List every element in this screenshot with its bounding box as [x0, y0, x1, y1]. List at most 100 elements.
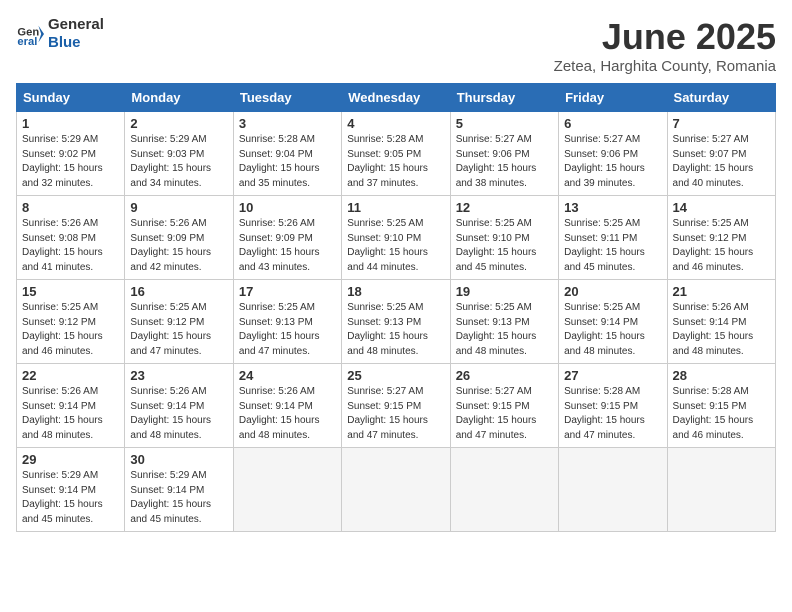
table-row: 28 Sunrise: 5:28 AM Sunset: 9:15 PM Dayl…: [667, 364, 775, 448]
header-saturday: Saturday: [667, 84, 775, 112]
title-area: June 2025 Zetea, Harghita County, Romani…: [554, 16, 776, 75]
day-number: 29: [22, 452, 119, 467]
day-number: 28: [673, 368, 770, 383]
page-header: Gen eral General Blue June 2025 Zetea, H…: [16, 16, 776, 75]
table-row: [559, 448, 667, 532]
day-number: 19: [456, 284, 553, 299]
day-number: 14: [673, 200, 770, 215]
table-row: 21 Sunrise: 5:26 AM Sunset: 9:14 PM Dayl…: [667, 280, 775, 364]
day-info: Sunrise: 5:26 AM Sunset: 9:09 PM Dayligh…: [130, 217, 227, 275]
calendar-subtitle: Zetea, Harghita County, Romania: [554, 58, 776, 75]
day-number: 20: [564, 284, 661, 299]
table-row: 13 Sunrise: 5:25 AM Sunset: 9:11 PM Dayl…: [559, 196, 667, 280]
logo-line1: General: [48, 16, 104, 34]
day-number: 27: [564, 368, 661, 383]
day-info: Sunrise: 5:27 AM Sunset: 9:07 PM Dayligh…: [673, 133, 770, 191]
table-row: 6 Sunrise: 5:27 AM Sunset: 9:06 PM Dayli…: [559, 112, 667, 196]
table-row: 22 Sunrise: 5:26 AM Sunset: 9:14 PM Dayl…: [17, 364, 125, 448]
day-number: 21: [673, 284, 770, 299]
day-number: 30: [130, 452, 227, 467]
calendar-table: Sunday Monday Tuesday Wednesday Thursday…: [16, 83, 776, 532]
day-info: Sunrise: 5:26 AM Sunset: 9:14 PM Dayligh…: [673, 301, 770, 359]
table-row: [450, 448, 558, 532]
table-row: [342, 448, 450, 532]
table-row: 26 Sunrise: 5:27 AM Sunset: 9:15 PM Dayl…: [450, 364, 558, 448]
day-info: Sunrise: 5:25 AM Sunset: 9:13 PM Dayligh…: [456, 301, 553, 359]
day-number: 2: [130, 116, 227, 131]
logo-icon: Gen eral: [16, 20, 44, 48]
day-info: Sunrise: 5:29 AM Sunset: 9:03 PM Dayligh…: [130, 133, 227, 191]
table-row: 2 Sunrise: 5:29 AM Sunset: 9:03 PM Dayli…: [125, 112, 233, 196]
day-info: Sunrise: 5:25 AM Sunset: 9:12 PM Dayligh…: [22, 301, 119, 359]
day-info: Sunrise: 5:27 AM Sunset: 9:06 PM Dayligh…: [564, 133, 661, 191]
header-monday: Monday: [125, 84, 233, 112]
day-info: Sunrise: 5:27 AM Sunset: 9:15 PM Dayligh…: [456, 385, 553, 443]
day-info: Sunrise: 5:25 AM Sunset: 9:12 PM Dayligh…: [130, 301, 227, 359]
day-number: 8: [22, 200, 119, 215]
day-info: Sunrise: 5:25 AM Sunset: 9:13 PM Dayligh…: [347, 301, 444, 359]
day-info: Sunrise: 5:25 AM Sunset: 9:14 PM Dayligh…: [564, 301, 661, 359]
table-row: 9 Sunrise: 5:26 AM Sunset: 9:09 PM Dayli…: [125, 196, 233, 280]
day-info: Sunrise: 5:26 AM Sunset: 9:09 PM Dayligh…: [239, 217, 336, 275]
day-number: 9: [130, 200, 227, 215]
table-row: 7 Sunrise: 5:27 AM Sunset: 9:07 PM Dayli…: [667, 112, 775, 196]
table-row: 12 Sunrise: 5:25 AM Sunset: 9:10 PM Dayl…: [450, 196, 558, 280]
day-number: 3: [239, 116, 336, 131]
header-thursday: Thursday: [450, 84, 558, 112]
day-info: Sunrise: 5:29 AM Sunset: 9:14 PM Dayligh…: [130, 469, 227, 527]
table-row: 24 Sunrise: 5:26 AM Sunset: 9:14 PM Dayl…: [233, 364, 341, 448]
day-number: 1: [22, 116, 119, 131]
day-number: 13: [564, 200, 661, 215]
calendar-week-5: 29 Sunrise: 5:29 AM Sunset: 9:14 PM Dayl…: [17, 448, 776, 532]
table-row: 5 Sunrise: 5:27 AM Sunset: 9:06 PM Dayli…: [450, 112, 558, 196]
table-row: 3 Sunrise: 5:28 AM Sunset: 9:04 PM Dayli…: [233, 112, 341, 196]
day-number: 5: [456, 116, 553, 131]
header-wednesday: Wednesday: [342, 84, 450, 112]
day-info: Sunrise: 5:26 AM Sunset: 9:14 PM Dayligh…: [130, 385, 227, 443]
day-number: 11: [347, 200, 444, 215]
day-number: 4: [347, 116, 444, 131]
table-row: 16 Sunrise: 5:25 AM Sunset: 9:12 PM Dayl…: [125, 280, 233, 364]
day-number: 7: [673, 116, 770, 131]
day-number: 17: [239, 284, 336, 299]
calendar-week-2: 8 Sunrise: 5:26 AM Sunset: 9:08 PM Dayli…: [17, 196, 776, 280]
table-row: 30 Sunrise: 5:29 AM Sunset: 9:14 PM Dayl…: [125, 448, 233, 532]
table-row: 18 Sunrise: 5:25 AM Sunset: 9:13 PM Dayl…: [342, 280, 450, 364]
day-number: 16: [130, 284, 227, 299]
day-info: Sunrise: 5:29 AM Sunset: 9:02 PM Dayligh…: [22, 133, 119, 191]
day-info: Sunrise: 5:25 AM Sunset: 9:10 PM Dayligh…: [456, 217, 553, 275]
day-number: 23: [130, 368, 227, 383]
table-row: 8 Sunrise: 5:26 AM Sunset: 9:08 PM Dayli…: [17, 196, 125, 280]
day-info: Sunrise: 5:29 AM Sunset: 9:14 PM Dayligh…: [22, 469, 119, 527]
day-number: 24: [239, 368, 336, 383]
table-row: 10 Sunrise: 5:26 AM Sunset: 9:09 PM Dayl…: [233, 196, 341, 280]
logo: Gen eral General Blue: [16, 16, 104, 52]
day-number: 26: [456, 368, 553, 383]
day-info: Sunrise: 5:25 AM Sunset: 9:10 PM Dayligh…: [347, 217, 444, 275]
table-row: 27 Sunrise: 5:28 AM Sunset: 9:15 PM Dayl…: [559, 364, 667, 448]
calendar-week-3: 15 Sunrise: 5:25 AM Sunset: 9:12 PM Dayl…: [17, 280, 776, 364]
table-row: 29 Sunrise: 5:29 AM Sunset: 9:14 PM Dayl…: [17, 448, 125, 532]
logo-line2: Blue: [48, 34, 104, 52]
day-number: 15: [22, 284, 119, 299]
table-row: [667, 448, 775, 532]
day-number: 10: [239, 200, 336, 215]
day-info: Sunrise: 5:25 AM Sunset: 9:12 PM Dayligh…: [673, 217, 770, 275]
header-tuesday: Tuesday: [233, 84, 341, 112]
day-info: Sunrise: 5:28 AM Sunset: 9:15 PM Dayligh…: [673, 385, 770, 443]
day-number: 18: [347, 284, 444, 299]
table-row: 1 Sunrise: 5:29 AM Sunset: 9:02 PM Dayli…: [17, 112, 125, 196]
calendar-header-row: Sunday Monday Tuesday Wednesday Thursday…: [17, 84, 776, 112]
table-row: 23 Sunrise: 5:26 AM Sunset: 9:14 PM Dayl…: [125, 364, 233, 448]
header-friday: Friday: [559, 84, 667, 112]
table-row: 20 Sunrise: 5:25 AM Sunset: 9:14 PM Dayl…: [559, 280, 667, 364]
day-number: 22: [22, 368, 119, 383]
table-row: 17 Sunrise: 5:25 AM Sunset: 9:13 PM Dayl…: [233, 280, 341, 364]
table-row: 19 Sunrise: 5:25 AM Sunset: 9:13 PM Dayl…: [450, 280, 558, 364]
day-info: Sunrise: 5:28 AM Sunset: 9:04 PM Dayligh…: [239, 133, 336, 191]
day-info: Sunrise: 5:25 AM Sunset: 9:11 PM Dayligh…: [564, 217, 661, 275]
day-number: 6: [564, 116, 661, 131]
svg-text:eral: eral: [17, 36, 37, 48]
day-info: Sunrise: 5:28 AM Sunset: 9:05 PM Dayligh…: [347, 133, 444, 191]
day-info: Sunrise: 5:27 AM Sunset: 9:06 PM Dayligh…: [456, 133, 553, 191]
